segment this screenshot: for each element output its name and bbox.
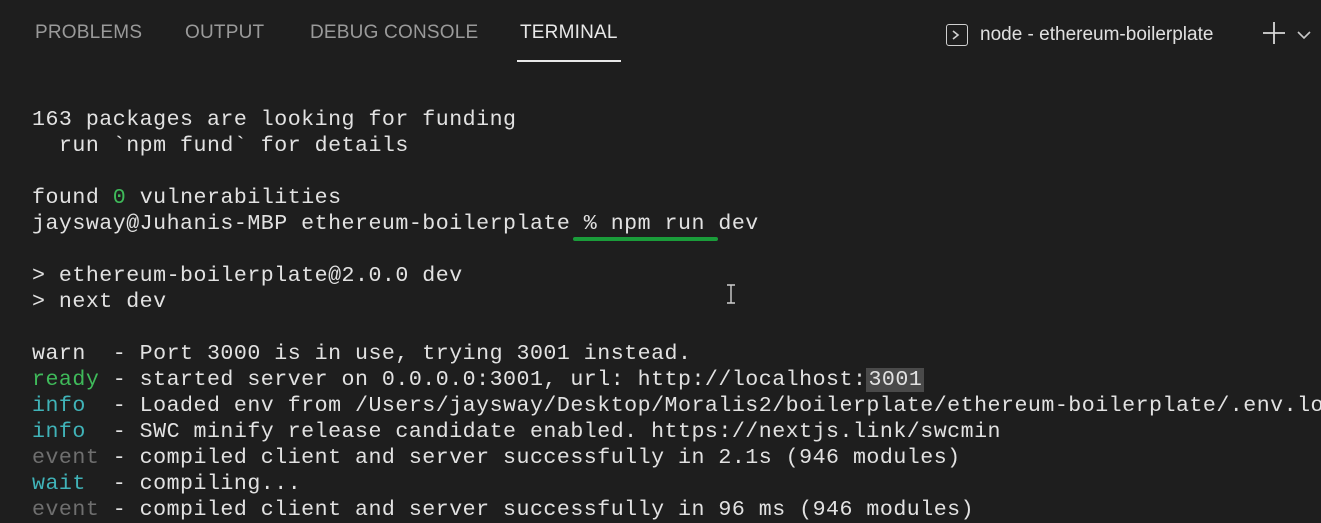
terminal-line: found 0 vulnerabilities: [32, 185, 342, 211]
panel-tab-bar: PROBLEMS OUTPUT DEBUG CONSOLE TERMINAL n…: [0, 0, 1321, 64]
log-message: - Port 3000 is in use, trying 3001 inste…: [99, 342, 692, 366]
log-tag-info: info: [32, 394, 100, 418]
terminal-selector[interactable]: node - ethereum-boilerplate: [946, 21, 1213, 49]
vulnerability-count: 0: [112, 186, 127, 210]
tab-debug-console[interactable]: DEBUG CONSOLE: [310, 22, 478, 44]
terminal-line: warn - Port 3000 is in use, trying 3001 …: [32, 341, 691, 367]
terminal-selector-label: node - ethereum-boilerplate: [980, 24, 1214, 45]
terminal-line: info - Loaded env from /Users/jaysway/De…: [32, 393, 1321, 419]
terminal-line: 163 packages are looking for funding: [32, 108, 517, 132]
terminal-line: wait - compiling...: [32, 471, 301, 497]
active-tab-indicator: [517, 60, 621, 62]
log-message: - compiling...: [99, 472, 302, 496]
log-tag-event: event: [32, 498, 100, 522]
tab-output[interactable]: OUTPUT: [185, 22, 264, 44]
log-tag-ready: ready: [32, 368, 100, 392]
log-message: - Loaded env from /Users/jaysway/Desktop…: [99, 394, 1321, 418]
terminal-line: info - SWC minify release candidate enab…: [32, 419, 1001, 445]
terminal-line: event - compiled client and server succe…: [32, 497, 974, 523]
terminal-line: event - compiled client and server succe…: [32, 445, 961, 471]
log-message: - compiled client and server successfull…: [99, 446, 961, 470]
terminal-line: jaysway@Juhanis-MBP ethereum-boilerplate…: [32, 211, 759, 237]
terminal-line: > next dev: [32, 290, 167, 314]
selected-port: 3001: [866, 368, 925, 392]
shell-prompt: jaysway@Juhanis-MBP ethereum-boilerplate…: [32, 212, 611, 236]
typed-command: npm run dev: [610, 212, 759, 236]
terminal-text: vulnerabilities: [126, 186, 342, 210]
command-highlight-underline: [573, 237, 718, 241]
chevron-down-icon[interactable]: [1296, 28, 1312, 46]
terminal-icon: [946, 24, 968, 46]
terminal-line: run `npm fund` for details: [32, 134, 409, 158]
tab-terminal[interactable]: TERMINAL: [520, 22, 618, 44]
log-message: - SWC minify release candidate enabled. …: [99, 420, 1002, 444]
terminal-output[interactable]: 163 packages are looking for funding run…: [0, 64, 1321, 523]
log-tag-event: event: [32, 446, 100, 470]
terminal-line: > ethereum-boilerplate@2.0.0 dev: [32, 264, 463, 288]
log-tag-wait: wait: [32, 472, 100, 496]
log-tag-warn: warn: [32, 342, 100, 366]
log-message: - started server on 0.0.0.0:3001, url: h…: [99, 368, 867, 392]
plus-icon[interactable]: [1261, 20, 1287, 51]
terminal-line: ready - started server on 0.0.0.0:3001, …: [32, 367, 925, 393]
terminal-text: found: [32, 186, 113, 210]
text-cursor-icon: [725, 283, 737, 312]
log-message: - compiled client and server successfull…: [99, 498, 975, 522]
tab-problems[interactable]: PROBLEMS: [35, 22, 142, 44]
log-tag-info: info: [32, 420, 100, 444]
